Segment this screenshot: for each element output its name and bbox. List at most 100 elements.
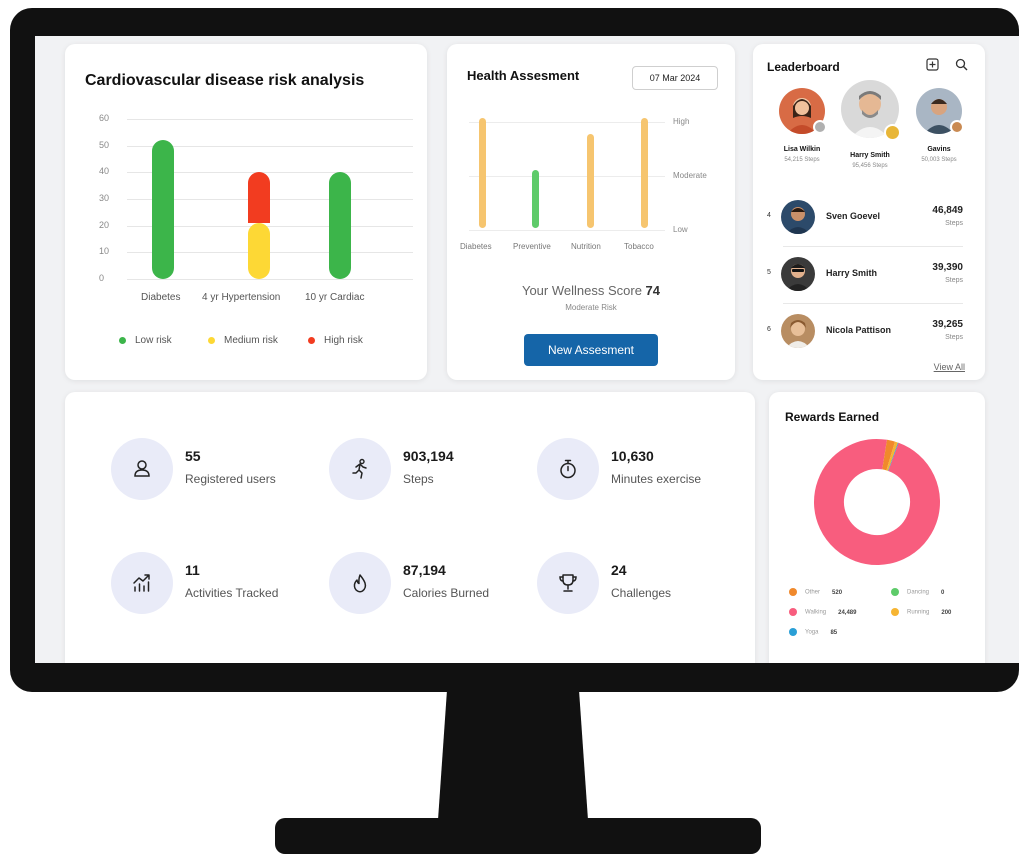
level-label: High <box>673 117 690 126</box>
new-assessment-button[interactable]: New Assesment <box>524 334 658 366</box>
podium-name-2: Harry Smith <box>850 152 890 159</box>
stat-activities-tracked: 11 Activities Tracked <box>111 552 311 616</box>
leaderboard-row[interactable]: 6 Nicola Pattison 39,265 Steps <box>753 304 985 359</box>
y-tick-label: 20 <box>99 219 110 230</box>
y-tick-label: 0 <box>99 273 105 283</box>
level-gridline <box>469 122 665 123</box>
gold-medal-icon <box>884 124 901 141</box>
stat-value: 903,194 <box>403 448 454 464</box>
legend-dot-low <box>119 336 126 344</box>
assessment-bar[interactable] <box>641 118 648 228</box>
assessment-category-label: Tobacco <box>624 242 654 251</box>
leaderboard-row[interactable]: 5 Harry Smith 39,390 Steps <box>753 247 985 302</box>
legend-high-risk: High risk <box>308 335 363 346</box>
donut-slice-walking[interactable] <box>814 439 940 565</box>
stat-label: Registered users <box>185 472 276 486</box>
row-rank: 4 <box>767 212 771 219</box>
legend-dot-running <box>891 608 899 616</box>
add-icon[interactable] <box>926 58 939 74</box>
reward-legend-yoga: Yoga 85 <box>789 628 837 636</box>
avatar-harry-smith <box>781 257 815 291</box>
stat-value: 11 <box>185 562 200 578</box>
view-all-link[interactable]: View All <box>934 362 965 372</box>
stat-value: 55 <box>185 448 201 464</box>
assessment-category-label: Diabetes <box>460 242 492 251</box>
row-steps-unit: Steps <box>945 277 963 284</box>
bar[interactable] <box>248 172 270 279</box>
legend-value: 0 <box>941 589 945 596</box>
podium-name-3: Gavins <box>927 146 951 153</box>
y-tick-label: 50 <box>99 139 110 150</box>
trend-chart-icon <box>111 552 173 614</box>
bar[interactable] <box>329 172 351 279</box>
monitor-stand-neck <box>438 690 588 820</box>
rewards-card: Rewards Earned Other 520 Dancing 0 Walking… <box>769 392 985 663</box>
stat-value: 24 <box>611 562 627 578</box>
x-category-label: 10 yr Cardiac <box>305 292 365 303</box>
stat-label: Calories Burned <box>403 586 490 600</box>
row-steps-unit: Steps <box>945 334 963 341</box>
level-label: Moderate <box>673 171 707 180</box>
stat-calories-burned: 87,194 Calories Burned <box>329 552 529 616</box>
legend-dot-other <box>789 588 797 596</box>
user-icon <box>111 438 173 500</box>
assessment-bar[interactable] <box>479 118 486 228</box>
monitor-stand-base <box>275 818 761 854</box>
stat-challenges: 24 Challenges <box>537 552 737 616</box>
legend-label-low: Low risk <box>135 335 172 346</box>
gridline <box>127 119 413 120</box>
health-assessment-card: Health Assesment 07 Mar 2024 High Moderat… <box>447 44 735 380</box>
legend-label: Walking <box>805 609 827 616</box>
stat-value: 87,194 <box>403 562 446 578</box>
assessment-category-label: Preventive <box>513 242 551 251</box>
legend-dot-walking <box>789 608 797 616</box>
health-title: Health Assesment <box>467 68 580 83</box>
rewards-donut-chart <box>814 439 940 565</box>
legend-label: Dancing <box>907 589 930 596</box>
stat-label: Activities Tracked <box>185 586 279 600</box>
reward-legend-running: Running 200 <box>891 608 951 616</box>
reward-legend-walking: Walking 24,489 <box>789 608 856 616</box>
row-name: Nicola Pattison <box>826 325 892 335</box>
stats-card: 55 Registered users 903,194 Steps 10,630… <box>65 392 755 663</box>
stat-label: Minutes exercise <box>611 472 702 486</box>
bar-segment-medium-risk <box>248 222 270 279</box>
row-steps: 39,390 <box>932 262 963 273</box>
avatar-sven-goevel <box>781 200 815 234</box>
y-tick-label: 10 <box>99 246 110 257</box>
stat-label: Steps <box>403 472 434 486</box>
podium-name-1: Lisa Wilkin <box>783 146 821 153</box>
legend-dot-yoga <box>789 628 797 636</box>
trophy-icon <box>537 552 599 614</box>
search-icon[interactable] <box>955 58 968 74</box>
level-label: Low <box>673 225 688 234</box>
bar[interactable] <box>152 140 174 279</box>
row-steps-unit: Steps <box>945 220 963 227</box>
date-picker[interactable]: 07 Mar 2024 <box>632 66 718 90</box>
wellness-score-value: 74 <box>645 283 661 298</box>
legend-value: 520 <box>832 589 843 596</box>
bar-segment-low-risk <box>152 140 174 279</box>
stat-label: Challenges <box>611 586 672 600</box>
flame-icon <box>329 552 391 614</box>
leaderboard-card: Leaderboard Lisa Wilkin 54,215 Steps Har… <box>753 44 985 380</box>
level-gridline <box>469 176 665 177</box>
wellness-score-risk: Moderate Risk <box>565 303 617 312</box>
bar-segment-high-risk <box>248 172 270 223</box>
rewards-title: Rewards Earned <box>785 410 880 424</box>
legend-dot-medium <box>208 336 215 344</box>
legend-label: Yoga <box>805 629 819 636</box>
assessment-bar[interactable] <box>587 134 594 228</box>
cardio-risk-card: Cardiovascular disease risk analysis 60 5… <box>65 44 427 380</box>
wellness-score-label: Your Wellness Score <box>521 283 642 298</box>
podium-steps-3: 50,003 Steps <box>921 157 957 163</box>
assessment-bar[interactable] <box>532 170 539 228</box>
dashboard-screen: Cardiovascular disease risk analysis 60 5… <box>35 36 1019 663</box>
stopwatch-icon <box>537 438 599 500</box>
row-name: Sven Goevel <box>826 211 881 221</box>
stat-steps: 903,194 Steps <box>329 438 529 502</box>
silver-medal-icon <box>813 120 827 134</box>
y-tick-label: 60 <box>99 113 110 123</box>
leaderboard-row[interactable]: 4 Sven Goevel 46,849 Steps <box>753 190 985 245</box>
cardio-title: Cardiovascular disease risk analysis <box>85 72 365 89</box>
